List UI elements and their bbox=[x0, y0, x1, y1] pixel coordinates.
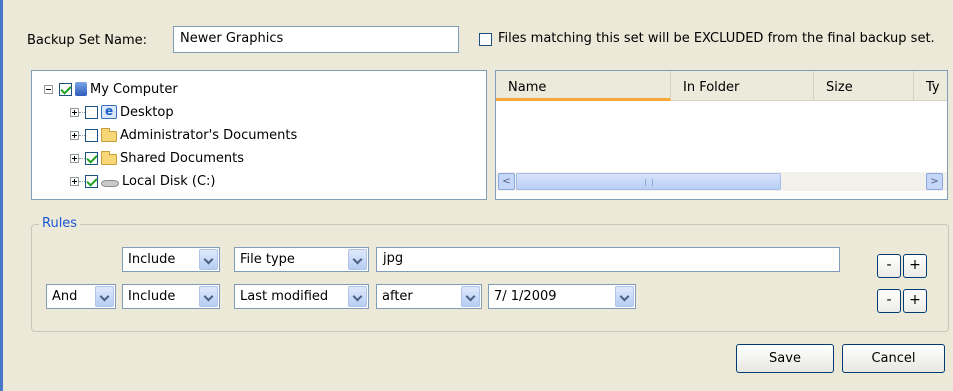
file-list: Name In Folder Size Ty < > bbox=[495, 70, 948, 200]
rule-2-field-select[interactable]: Last modified bbox=[234, 284, 369, 309]
chevron-down-icon[interactable] bbox=[615, 286, 634, 307]
rule-2-remove-button[interactable]: - bbox=[877, 289, 901, 313]
chevron-down-icon[interactable] bbox=[461, 286, 480, 307]
tree-item-my-computer[interactable]: My Computer bbox=[44, 79, 178, 99]
exclude-checkbox[interactable] bbox=[479, 33, 492, 46]
rule-1-value-input[interactable]: jpg bbox=[376, 247, 840, 272]
expand-icon[interactable] bbox=[70, 176, 79, 186]
tree-item-desktop[interactable]: Desktop bbox=[70, 102, 174, 122]
computer-icon bbox=[75, 82, 87, 96]
cancel-button[interactable]: Cancel bbox=[842, 344, 945, 373]
rules-group bbox=[31, 224, 949, 332]
tree-checkbox[interactable] bbox=[85, 128, 98, 142]
expand-icon[interactable] bbox=[70, 107, 79, 117]
column-name[interactable]: Name bbox=[496, 71, 671, 101]
horizontal-scrollbar[interactable]: < > bbox=[496, 172, 947, 191]
backup-set-dialog: Backup Set Name: Newer Graphics Files ma… bbox=[0, 0, 953, 391]
rule-1-remove-button[interactable]: - bbox=[877, 254, 901, 278]
folder-tree: My Computer Desktop Administrator's Docu… bbox=[31, 70, 487, 200]
chevron-down-icon[interactable] bbox=[199, 249, 218, 270]
tree-item-label: Administrator's Documents bbox=[120, 127, 298, 143]
select-value: 7/ 1/2009 bbox=[494, 289, 557, 304]
rule-1-mode-select[interactable]: Include bbox=[122, 247, 220, 272]
chevron-down-icon[interactable] bbox=[348, 249, 367, 270]
expand-icon[interactable] bbox=[70, 153, 79, 163]
chevron-down-icon[interactable] bbox=[348, 286, 367, 307]
rule-1-add-button[interactable]: + bbox=[903, 254, 927, 278]
column-size[interactable]: Size bbox=[814, 71, 914, 101]
expand-icon[interactable] bbox=[70, 130, 79, 140]
rule-2-operator-select[interactable]: after bbox=[376, 284, 482, 309]
tree-checkbox[interactable] bbox=[85, 151, 98, 165]
save-button[interactable]: Save bbox=[736, 344, 834, 373]
rule-2-add-button[interactable]: + bbox=[903, 289, 927, 313]
rule-2-mode-select[interactable]: Include bbox=[122, 284, 220, 309]
select-value: Include bbox=[128, 289, 176, 304]
select-value: And bbox=[52, 289, 78, 304]
tree-checkbox[interactable] bbox=[85, 105, 98, 119]
select-value: after bbox=[382, 289, 413, 304]
scroll-right-button[interactable]: > bbox=[926, 173, 943, 190]
tree-checkbox[interactable] bbox=[85, 174, 98, 188]
rule-2-conjunction-select[interactable]: And bbox=[46, 284, 116, 309]
tree-item-label: Shared Documents bbox=[120, 150, 245, 166]
select-value: Last modified bbox=[240, 289, 329, 304]
desktop-icon bbox=[101, 104, 117, 119]
exclude-label: Files matching this set will be EXCLUDED… bbox=[498, 31, 935, 46]
tree-checkbox[interactable] bbox=[59, 82, 72, 96]
folder-icon bbox=[101, 128, 117, 142]
file-list-header: Name In Folder Size Ty bbox=[496, 71, 947, 101]
select-value: Include bbox=[128, 252, 176, 267]
rule-1-field-select[interactable]: File type bbox=[234, 247, 369, 272]
collapse-icon[interactable] bbox=[44, 84, 53, 94]
tree-item-shared-documents[interactable]: Shared Documents bbox=[70, 148, 244, 168]
rule-2-date-picker[interactable]: 7/ 1/2009 bbox=[488, 284, 636, 309]
tree-item-label: Local Disk (C:) bbox=[122, 173, 216, 189]
tree-item-label: Desktop bbox=[120, 104, 174, 120]
backup-set-name-label: Backup Set Name: bbox=[27, 33, 147, 48]
folder-icon bbox=[101, 151, 117, 165]
chevron-down-icon[interactable] bbox=[95, 286, 114, 307]
scroll-thumb[interactable] bbox=[516, 173, 781, 190]
scroll-left-button[interactable]: < bbox=[498, 173, 515, 190]
tree-item-label: My Computer bbox=[90, 81, 178, 97]
chevron-down-icon[interactable] bbox=[199, 286, 218, 307]
backup-set-name-input[interactable]: Newer Graphics bbox=[173, 26, 459, 53]
select-value: File type bbox=[240, 252, 295, 267]
column-type[interactable]: Ty bbox=[914, 71, 947, 101]
rules-legend: Rules bbox=[39, 216, 81, 231]
disk-icon bbox=[101, 179, 119, 187]
tree-item-administrators-documents[interactable]: Administrator's Documents bbox=[70, 125, 297, 145]
column-in-folder[interactable]: In Folder bbox=[671, 71, 814, 101]
tree-item-local-disk[interactable]: Local Disk (C:) bbox=[70, 171, 215, 191]
